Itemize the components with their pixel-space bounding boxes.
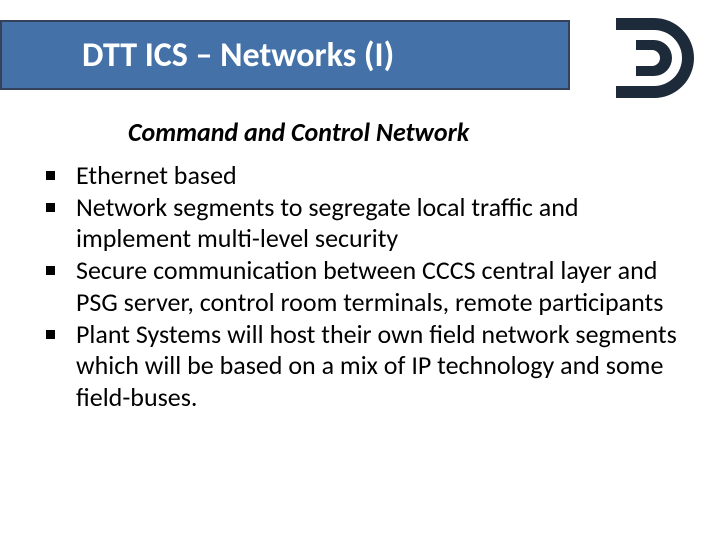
title-bar: DTT ICS – Networks (I) — [0, 20, 570, 90]
slide: DTT ICS – Networks (I) Command and Contr… — [0, 0, 720, 540]
list-item: Network segments to segregate local traf… — [36, 192, 684, 255]
list-item: Plant Systems will host their own field … — [36, 319, 684, 414]
dtt-logo-icon — [602, 8, 702, 108]
slide-subtitle: Command and Control Network — [128, 116, 469, 148]
list-item: Ethernet based — [36, 160, 684, 192]
slide-title: DTT ICS – Networks (I) — [82, 35, 394, 76]
bullet-list: Ethernet based Network segments to segre… — [36, 160, 684, 414]
list-item: Secure communication between CCCS centra… — [36, 255, 684, 318]
